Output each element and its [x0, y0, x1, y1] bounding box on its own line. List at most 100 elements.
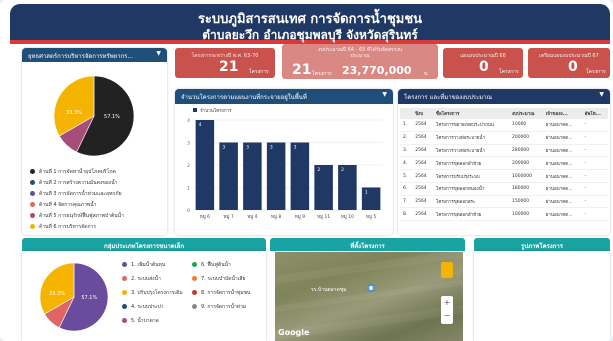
table-header-cell[interactable]: ชื่อโครงการ: [432, 108, 509, 119]
legend-dot: [192, 262, 197, 267]
legend-item: 9. การจัดการน้ำท่วม: [192, 303, 246, 311]
bar-value-label: 3: [294, 145, 297, 151]
stat-amount: 23,770,000: [342, 64, 412, 77]
location-map[interactable]: รร.บ้านตลาดชุม Google + −: [275, 252, 463, 341]
legend-item: 7. ระบบบำบัดน้ำเสีย: [192, 275, 245, 283]
table-cell: -: [581, 195, 608, 209]
table-cell: 6.: [400, 182, 413, 196]
legend-dot: [122, 276, 127, 281]
stat-unit: โครงการ: [499, 69, 519, 75]
table-card: โครงการ และที่มาของงบประมาณ ▼ ปีงบ ชื่อโค…: [398, 89, 610, 235]
table-cell: 10000: [508, 119, 543, 132]
bar: [290, 142, 310, 210]
table-row[interactable]: 4. 2564 โครงการขุดลอกลำห้วย 200000 ผ่านอนาคต…: [400, 156, 608, 171]
zoom-out-button[interactable]: −: [441, 309, 453, 322]
table-header-cell[interactable]: งบประมาณ: [508, 108, 543, 119]
pie-label: 33.3%: [49, 291, 65, 297]
legend-label: 4. ระบบประปา: [131, 304, 164, 310]
strategy-card: ยุทธศาสตร์การบริหารจัดการทรัพยากร... ▼ 5…: [22, 48, 167, 235]
table-cell: ผ่านอนาคต...: [542, 207, 582, 222]
street-view-icon[interactable]: [441, 262, 453, 278]
map-field: [275, 252, 463, 286]
stat-value: 21: [219, 59, 239, 75]
legend-label: 9. การจัดการน้ำท่วม: [201, 304, 247, 310]
legend-label: ด้านที่ 2 การสร้างความมั่นคงของน้ำ: [39, 180, 118, 186]
table-cell: โครงการขุดลอกสระ: [432, 195, 509, 209]
table-row[interactable]: 8. 2564 โครงการขุดลอกลำห้วย 100000 ผ่านอนาคต…: [400, 207, 608, 222]
table-cell: 4.: [400, 156, 413, 171]
legend-item: ด้านที่ 2 การสร้างความมั่นคงของน้ำ: [30, 179, 117, 187]
table-cell: โครงการขุดลอกหนองน้ำ: [432, 182, 509, 196]
table-cell: 7.: [400, 195, 413, 209]
table-header-cell[interactable]: ปีงบ: [412, 108, 433, 119]
legend-dot: [30, 169, 35, 174]
photo-card-title: รูปภาพโครงการ: [474, 238, 610, 251]
table-cell: 1.: [400, 119, 413, 132]
stat-unit: โครงการ: [249, 69, 269, 75]
y-tick-label: 1: [187, 186, 190, 192]
legend-item: ด้านที่ 1 การจัดหาน้ำอุปโภคบริโภค: [30, 168, 116, 176]
bar: [219, 142, 238, 210]
table-header-cell: [400, 108, 413, 119]
zoom-in-button[interactable]: +: [441, 296, 453, 309]
legend-label: 2. ระบบส่งน้ำ: [131, 276, 161, 282]
table-cell: 2564: [412, 169, 433, 183]
legend-label: 3. ปรับปรุงโครงการเดิม: [131, 290, 183, 296]
stat-amount-unit: บ.: [424, 71, 429, 77]
table-cell: 2564: [412, 144, 433, 158]
table-dropdown[interactable]: โครงการ และที่มาของงบประมาณ ▼: [398, 89, 610, 104]
table-row[interactable]: 3. 2564 โครงการวางท่อระบายน้ำ 280000 ผ่านอนา…: [400, 144, 608, 158]
table-cell: 2.: [400, 131, 413, 145]
table-cell: โครงการขุดลอกลำห้วย: [432, 207, 509, 222]
legend-label: 6. ฟื้นฟูต้นน้ำ: [201, 262, 231, 268]
table-row[interactable]: 7. 2564 โครงการขุดลอกสระ 150000 ผ่านอนาคต...…: [400, 195, 608, 209]
bar-value-label: 4: [199, 122, 202, 128]
table-header-cell[interactable]: อัพโห...: [581, 108, 608, 119]
map-pin-icon[interactable]: [367, 284, 375, 292]
legend-item: 1. เพิ่มน้ำต้นทุน: [122, 261, 165, 269]
strategy-dropdown[interactable]: ยุทธศาสตร์การบริหารจัดการทรัพยากร... ▼: [22, 48, 167, 62]
table-row[interactable]: 1. 2564 โครงการขยายเขตประปาถนน 10000 ผ่านอนา…: [400, 119, 608, 132]
legend-item: 5. น้ำบาดาล: [122, 317, 159, 325]
stat-value: 0: [568, 59, 578, 75]
table-cell: 180000: [508, 182, 543, 196]
table-cell: ผ่านอนาคต...: [542, 156, 582, 171]
legend-dot: [192, 290, 197, 295]
table-cell: -: [581, 131, 608, 145]
legend-dot: [122, 290, 127, 295]
legend-label: ด้านที่ 6 การบริหารจัดการ: [39, 224, 96, 230]
legend-label: 1. เพิ่มน้ำต้นทุน: [131, 262, 166, 268]
x-tick-label: หมู่ 6: [200, 214, 210, 220]
table-cell: 5.: [400, 169, 413, 183]
bar-legend-label: จำนวนโครงการ: [200, 107, 232, 114]
photo-card: [474, 251, 610, 341]
table-row[interactable]: 5. 2564 โครงการปรับปรุงระบบ 1000000 ผ่านอนาค…: [400, 169, 608, 183]
table-header-row: ปีงบ ชื่อโครงการ งบประมาณ เจ้าของง... อัพโห.…: [400, 108, 608, 119]
table-cell: ผ่านอนาคต...: [542, 144, 582, 158]
chevron-down-icon: ▼: [156, 50, 161, 57]
table-cell: 2564: [412, 131, 433, 145]
table-cell: -: [581, 182, 608, 196]
table-cell: 200000: [508, 131, 543, 145]
table-header-cell[interactable]: เจ้าของง...: [542, 108, 582, 119]
chevron-down-icon: ▼: [382, 91, 387, 98]
legend-label: 5. น้ำบาดาล: [131, 318, 159, 324]
table-row[interactable]: 6. 2564 โครงการขุดลอกหนองน้ำ 180000 ผ่านอนาค…: [400, 182, 608, 196]
table-cell: 2564: [412, 119, 433, 132]
table-cell: 2564: [412, 195, 433, 209]
table-row[interactable]: 2. 2564 โครงการวางท่อระบายน้ำ 200000 ผ่านอนา…: [400, 131, 608, 145]
table-cell: 2564: [412, 207, 433, 222]
legend-dot: [30, 224, 35, 229]
y-tick-label: 0: [187, 208, 190, 214]
legend-dot: [30, 180, 35, 185]
stat-label: งบประมาณปี 64 - 65 ที่ได้รับจัดสรรงบประม…: [317, 47, 403, 59]
bar-dropdown[interactable]: จำนวนโครงการตามแผนงานที่กระจายอยู่ในพื้น…: [175, 89, 393, 104]
bar-legend-swatch: [193, 108, 197, 112]
legend-dot: [192, 304, 197, 309]
table-cell: 8.: [400, 207, 413, 222]
pie-label: 33.3%: [66, 110, 82, 116]
table-cell: ผ่านอนาคต...: [542, 169, 582, 183]
zoom-control: + −: [441, 296, 453, 324]
legend-item: 4. ระบบประปา: [122, 303, 164, 311]
group-card: 57.1% 33.3% 1. เพิ่มน้ำต้นทุน 2. ระบบส่งน้…: [22, 251, 266, 341]
